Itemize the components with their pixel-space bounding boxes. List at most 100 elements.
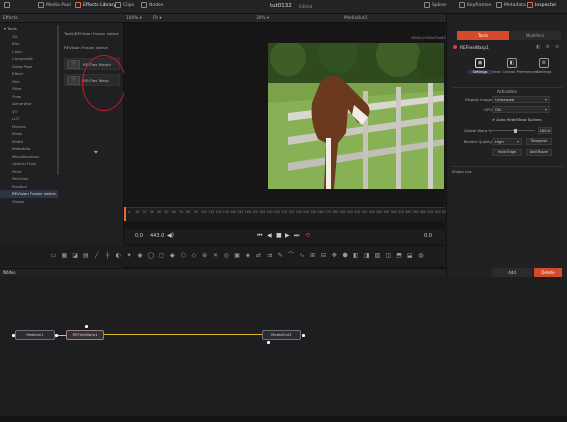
- tool-button-icon[interactable]: ⬢: [342, 252, 349, 260]
- tools-item[interactable]: Shape: [0, 198, 58, 206]
- display-image-dropdown[interactable]: Unwarped: [492, 96, 550, 103]
- activation-section-header[interactable]: Activation: [452, 87, 562, 94]
- tool-button-icon[interactable]: ▣: [234, 252, 241, 260]
- tool-button-icon[interactable]: ▦: [61, 252, 68, 260]
- tool-button-icon[interactable]: ◆: [169, 252, 176, 260]
- tools-item[interactable]: Blur: [0, 40, 58, 48]
- tool-button-icon[interactable]: ▭: [50, 252, 57, 260]
- node-port[interactable]: [85, 325, 88, 328]
- node-mediaout[interactable]: MediaOut1: [262, 330, 301, 340]
- node-mediain[interactable]: MediaIn1: [15, 330, 55, 340]
- tools-scrollbar[interactable]: [57, 25, 59, 175]
- tools-item[interactable]: I/O: [0, 108, 58, 116]
- step-back-icon[interactable]: ◀: [267, 232, 272, 239]
- gpu-dropdown[interactable]: ON: [492, 106, 550, 113]
- tool-button-icon[interactable]: ✎: [277, 252, 284, 260]
- tools-item[interactable]: Mask: [0, 130, 58, 138]
- end-frame-field[interactable]: 443.0: [150, 233, 164, 239]
- auto-hide-checkbox[interactable]: ✔ Auto Hide/Show Splines: [492, 117, 541, 122]
- tool-button-icon[interactable]: ▤: [82, 252, 89, 260]
- tools-item[interactable]: Optical Flow: [0, 160, 58, 168]
- tool-button-icon[interactable]: ✦: [126, 252, 133, 260]
- tools-item[interactable]: Miscellaneous: [0, 153, 58, 161]
- tools-item[interactable]: Effect: [0, 70, 58, 78]
- subtab-inter-control[interactable]: ◧ Inter. Control Preferences: [492, 58, 538, 74]
- start-frame-field[interactable]: 0.0: [135, 233, 143, 239]
- tool-button-icon[interactable]: ╱: [93, 252, 100, 260]
- effects-library-button[interactable]: Effects Library: [75, 2, 116, 8]
- metadata-button[interactable]: Metadata: [496, 2, 526, 8]
- tools-item[interactable]: Metadata: [0, 145, 58, 153]
- inspector-button[interactable]: Inspector: [527, 2, 556, 8]
- current-frame-field[interactable]: 0.0: [424, 233, 432, 239]
- tool-button-icon[interactable]: ▢: [158, 252, 165, 260]
- tools-item[interactable]: LUT: [0, 115, 58, 123]
- clips-button[interactable]: Clips: [115, 2, 134, 8]
- tool-button-icon[interactable]: ◨: [363, 252, 370, 260]
- tab-modifiers[interactable]: Modifiers: [509, 31, 561, 40]
- render-quality-dropdown[interactable]: High: [492, 138, 522, 145]
- tools-item[interactable]: Flow: [0, 93, 58, 101]
- tool-button-icon[interactable]: ◯: [147, 252, 154, 260]
- node-graph[interactable]: [0, 277, 567, 417]
- tool-button-icon[interactable]: ⬡: [180, 252, 187, 260]
- nodes-button[interactable]: Nodes: [141, 2, 163, 8]
- tool-button-icon[interactable]: ⊞: [309, 252, 316, 260]
- media-pool-button[interactable]: Media Pool: [38, 2, 71, 8]
- inspector-node-controls[interactable]: ◧ ⚙ ☰: [536, 45, 561, 50]
- tools-item[interactable]: Paint: [0, 168, 58, 176]
- viewer-fit-dropdown[interactable]: Fit ▾: [153, 16, 162, 21]
- tools-item[interactable]: ▾ Tools: [0, 25, 58, 33]
- tool-button-icon[interactable]: ◪: [72, 252, 79, 260]
- node-port[interactable]: [267, 341, 270, 344]
- global-warp-value[interactable]: 100.0: [538, 127, 552, 134]
- node-port[interactable]: [55, 334, 58, 337]
- node-reflexwarp[interactable]: REFlexWarp1: [66, 330, 104, 340]
- tool-button-icon[interactable]: ◎: [223, 252, 230, 260]
- play-icon[interactable]: ▶: [285, 232, 290, 239]
- tool-button-icon[interactable]: ◐: [115, 252, 122, 260]
- tools-item[interactable]: Particles: [0, 175, 58, 183]
- viewer-scale-dropdown[interactable]: 30% ▾: [256, 16, 269, 21]
- tool-button-icon[interactable]: ⊕: [201, 252, 208, 260]
- tools-item[interactable]: Composite: [0, 55, 58, 63]
- timeline-ruler[interactable]: 0 10 20 30 40 50 60 70 80 90 100 110 120 130 140 150 160…: [124, 207, 448, 221]
- tools-item[interactable]: Generator: [0, 100, 58, 108]
- tools-item[interactable]: Film: [0, 78, 58, 86]
- tool-button-icon[interactable]: ⊟: [320, 252, 327, 260]
- spline-button[interactable]: Spline: [424, 2, 446, 8]
- tool-button-icon[interactable]: ⌒: [288, 252, 295, 260]
- subtab-settings[interactable]: ▣ Settings: [468, 58, 492, 74]
- subtab-settings-2[interactable]: ⚙ Settings: [532, 58, 556, 74]
- shape-list-panel[interactable]: Shape List: [450, 166, 563, 264]
- tools-item[interactable]: Matte: [0, 138, 58, 146]
- tools-item[interactable]: Macros: [0, 123, 58, 131]
- tools-item[interactable]: 3D: [0, 33, 58, 41]
- add-room-button[interactable]: Add Room: [526, 149, 552, 156]
- tools-item[interactable]: Position: [0, 183, 58, 191]
- keyframes-button[interactable]: Keyframes: [459, 2, 491, 8]
- tools-item[interactable]: Deep Pixel: [0, 63, 58, 71]
- delete-button[interactable]: Delete: [534, 268, 562, 277]
- audio-icon[interactable]: ◀): [167, 232, 174, 239]
- add-button[interactable]: Add: [492, 268, 532, 277]
- tools-item[interactable]: REVision Fusion native: [0, 190, 58, 198]
- tool-button-icon[interactable]: ⇉: [266, 252, 273, 260]
- global-warp-slider[interactable]: [492, 128, 535, 133]
- more-options-icon[interactable]: •••: [3, 269, 442, 275]
- tool-button-icon[interactable]: ⬒: [396, 252, 403, 260]
- skip-start-icon[interactable]: ⏮: [257, 232, 262, 240]
- tool-button-icon[interactable]: ⬓: [406, 252, 413, 260]
- playhead[interactable]: [124, 207, 126, 221]
- tool-button-icon[interactable]: ◇: [190, 252, 197, 260]
- tool-button-icon[interactable]: ◧: [352, 252, 359, 260]
- tool-button-icon[interactable]: ◈: [244, 252, 251, 260]
- tool-button-icon[interactable]: ◍: [417, 252, 424, 260]
- tab-tools[interactable]: Tools: [457, 31, 509, 40]
- tool-button-icon[interactable]: ✥: [331, 252, 338, 260]
- temporal-button[interactable]: Temporal: [526, 138, 552, 145]
- node-port[interactable]: [302, 334, 305, 337]
- tool-button-icon[interactable]: ⇄: [255, 252, 262, 260]
- viewer-zoom-dropdown[interactable]: 100% ▾: [126, 16, 142, 21]
- skip-end-icon[interactable]: ⏭: [294, 232, 299, 240]
